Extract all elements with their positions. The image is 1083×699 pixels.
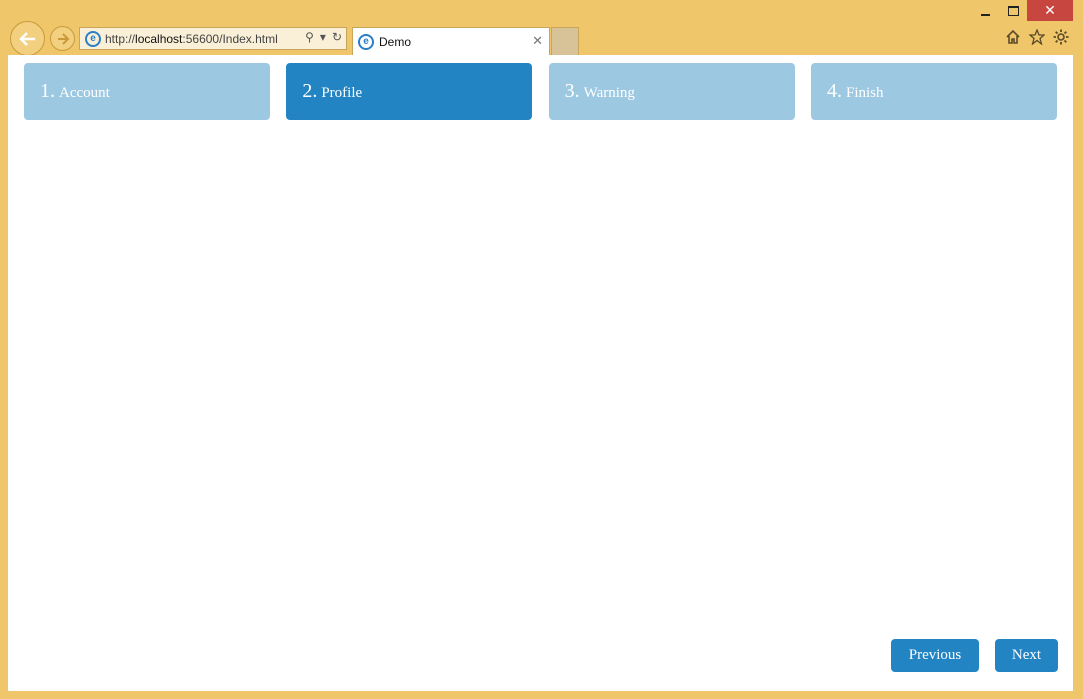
step-profile[interactable]: 2. Profile	[286, 63, 533, 120]
back-arrow-icon	[18, 31, 35, 46]
wizard-steps: 1. Account 2. Profile 3. Warning 4. Fini…	[24, 63, 1057, 120]
tab-title: Demo	[379, 34, 412, 49]
step-account[interactable]: 1. Account	[24, 63, 270, 120]
search-icon[interactable]: ⚲	[305, 30, 314, 44]
close-tab-icon[interactable]: ✕	[532, 33, 543, 49]
new-tab-button[interactable]	[551, 27, 579, 55]
close-icon: ✕	[1044, 2, 1056, 18]
step-label: Profile	[321, 85, 363, 101]
next-button[interactable]: Next	[995, 639, 1058, 672]
previous-button[interactable]: Previous	[891, 639, 979, 672]
address-tools: ⚲ ▾ ↻	[305, 30, 342, 44]
step-number: 3.	[564, 80, 580, 102]
page-content: 1. Account 2. Profile 3. Warning 4. Fini…	[8, 55, 1073, 691]
ie-logo-icon: e	[85, 30, 101, 47]
ie-tab-icon: e	[358, 33, 374, 50]
step-finish[interactable]: 4. Finish	[810, 63, 1057, 120]
step-number: 2.	[302, 80, 318, 102]
browser-toolbar-icons	[1005, 29, 1069, 45]
maximize-icon	[1007, 5, 1019, 16]
address-bar[interactable]: e http://localhost:56600/Index.html ⚲ ▾ …	[79, 27, 347, 50]
browser-window: ✕ e http://localhost:56600/Index.html ⚲ …	[0, 0, 1083, 699]
browser-tab[interactable]: e Demo ✕	[352, 27, 550, 55]
dropdown-icon[interactable]: ▾	[320, 30, 326, 44]
step-label: Warning	[583, 85, 635, 101]
address-url: http://localhost:56600/Index.html	[105, 31, 278, 46]
minimize-button[interactable]	[971, 0, 999, 21]
window-controls: ✕	[971, 0, 1073, 22]
browser-navbar: e http://localhost:56600/Index.html ⚲ ▾ …	[0, 20, 1083, 56]
step-warning[interactable]: 3. Warning	[548, 63, 795, 120]
forward-button[interactable]	[50, 26, 75, 51]
settings-gear-icon[interactable]	[1053, 29, 1069, 45]
favorites-star-icon[interactable]	[1029, 29, 1045, 45]
step-label: Account	[59, 85, 110, 101]
back-button[interactable]	[10, 21, 45, 56]
close-window-button[interactable]: ✕	[1027, 0, 1073, 21]
step-number: 1.	[40, 80, 55, 102]
step-label: Finish	[845, 85, 884, 101]
forward-arrow-icon	[57, 32, 69, 45]
maximize-button[interactable]	[999, 0, 1027, 21]
home-icon[interactable]	[1005, 29, 1021, 45]
step-number: 4.	[826, 80, 842, 102]
refresh-icon[interactable]: ↻	[332, 30, 342, 44]
minimize-icon	[980, 13, 990, 16]
